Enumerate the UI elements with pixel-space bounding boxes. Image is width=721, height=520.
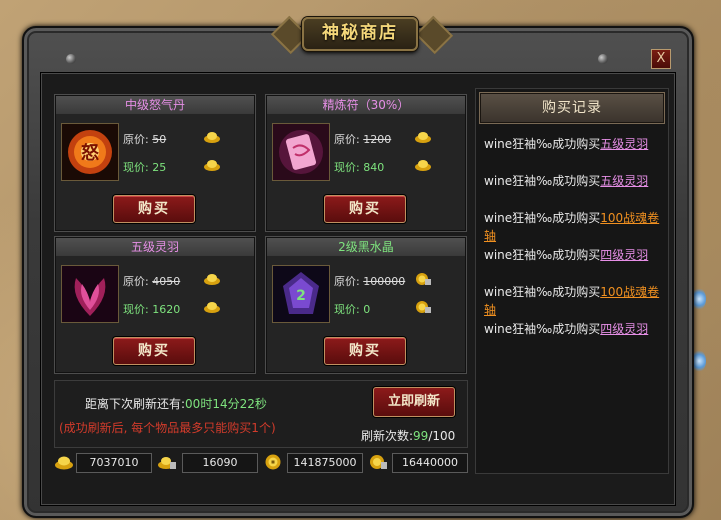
- log-item-link[interactable]: 五级灵羽: [600, 137, 648, 151]
- current-price-label: 现价:: [334, 303, 360, 316]
- original-price-label: 原价:: [123, 133, 149, 146]
- item-name: 精炼符（30%）: [267, 96, 465, 114]
- current-price-value: 1620: [152, 303, 181, 316]
- original-price-value: 50: [152, 133, 167, 146]
- current-price: 现价: 25: [123, 159, 166, 175]
- original-price-value: 100000: [363, 275, 406, 288]
- current-price-value: 840: [363, 161, 385, 174]
- current-price-label: 现价:: [334, 161, 360, 174]
- log-user: wine狂袖‰: [484, 285, 553, 299]
- log-user: wine狂袖‰: [484, 137, 553, 151]
- gold-ingot-icon: [203, 130, 221, 144]
- refresh-count: 刷新次数:99/100: [361, 427, 455, 444]
- glow-effect: [692, 350, 706, 372]
- original-price-label: 原价:: [334, 133, 360, 146]
- refresh-count-total: /100: [428, 429, 456, 443]
- log-entry: wine狂袖‰成功购买五级灵羽: [484, 135, 660, 153]
- log-action: 成功购买: [552, 322, 601, 336]
- buy-button[interactable]: 购买: [324, 195, 406, 223]
- log-entry: wine狂袖‰成功购买100战魂卷轴: [484, 283, 660, 319]
- balance-bound-coins: 16440000: [392, 453, 468, 473]
- locked-coin-icon: [368, 453, 388, 471]
- log-entry: wine狂袖‰成功购买100战魂卷轴: [484, 209, 660, 245]
- item-name: 2级黑水晶: [267, 238, 465, 256]
- log-action: 成功购买: [552, 137, 601, 151]
- refining-talisman-icon[interactable]: [272, 123, 330, 181]
- rage-pill-icon[interactable]: 怒: [61, 123, 119, 181]
- shop-item-card: 精炼符（30%） 原价: 1200 现价: 840 购买: [265, 94, 467, 232]
- shop-item-card: 2级黑水晶 2 原价: 100000 现价: 0 购买: [265, 236, 467, 374]
- original-price-value: 4050: [152, 275, 181, 288]
- balance-bound-gold: 16090: [182, 453, 258, 473]
- buy-button[interactable]: 购买: [113, 195, 195, 223]
- log-user: wine狂袖‰: [484, 322, 553, 336]
- black-crystal-icon[interactable]: 2: [272, 265, 330, 323]
- original-price: 原价: 100000: [334, 273, 405, 289]
- refresh-panel: 距离下次刷新还有:00时14分22秒 (成功刷新后, 每个物品最多只能购买1个)…: [54, 380, 468, 448]
- gold-ingot-icon: [414, 158, 432, 172]
- coin-icon: [263, 453, 283, 471]
- current-price: 现价: 1620: [123, 301, 180, 317]
- shop-item-card: 中级怒气丹 怒 原价: 50 现价: 25 购买: [54, 94, 256, 232]
- refresh-count-current: 99: [413, 429, 429, 443]
- log-entry: wine狂袖‰成功购买四级灵羽: [484, 320, 660, 338]
- purchase-log-panel: 购买记录 wine狂袖‰成功购买五级灵羽 wine狂袖‰成功购买五级灵羽 win…: [475, 88, 669, 474]
- locked-gold-ingot-icon: [157, 453, 177, 471]
- original-price: 原价: 1200: [334, 131, 391, 147]
- current-price-value: 25: [152, 161, 167, 174]
- svg-text:2: 2: [296, 288, 306, 304]
- log-entry: wine狂袖‰成功购买四级灵羽: [484, 246, 660, 264]
- log-item-link[interactable]: 四级灵羽: [600, 248, 648, 262]
- current-price: 现价: 0: [334, 301, 370, 317]
- gold-ingot-icon: [203, 272, 221, 286]
- original-price-value: 1200: [363, 133, 392, 146]
- log-user: wine狂袖‰: [484, 248, 553, 262]
- buy-button[interactable]: 购买: [324, 337, 406, 365]
- gold-ingot-icon: [203, 300, 221, 314]
- original-price: 原价: 4050: [123, 273, 180, 289]
- svg-text:怒: 怒: [81, 142, 99, 164]
- glow-effect: [692, 288, 706, 310]
- close-button[interactable]: X: [651, 49, 671, 69]
- locked-coin-icon: [414, 300, 432, 314]
- original-price: 原价: 50: [123, 131, 166, 147]
- original-price-label: 原价:: [334, 275, 360, 288]
- locked-coin-icon: [414, 272, 432, 286]
- window-title: 神秘商店: [302, 17, 418, 51]
- refresh-count-label: 刷新次数:: [361, 429, 414, 443]
- buy-button[interactable]: 购买: [113, 337, 195, 365]
- log-user: wine狂袖‰: [484, 211, 553, 225]
- refresh-now-button[interactable]: 立即刷新: [373, 387, 455, 417]
- log-item-link[interactable]: 四级灵羽: [600, 322, 648, 336]
- item-name: 中级怒气丹: [56, 96, 254, 114]
- shop-item-card: 五级灵羽 原价: 4050 现价: 1620 购买: [54, 236, 256, 374]
- rivet-decoration: [66, 54, 76, 64]
- current-price-value: 0: [363, 303, 371, 316]
- log-action: 成功购买: [552, 248, 601, 262]
- purchase-log-title: 购买记录: [479, 92, 665, 124]
- gold-ingot-icon: [414, 130, 432, 144]
- current-price-label: 现价:: [123, 161, 149, 174]
- spirit-feather-icon[interactable]: [61, 265, 119, 323]
- log-action: 成功购买: [552, 285, 601, 299]
- balance-coins: 141875000: [287, 453, 363, 473]
- log-item-link[interactable]: 五级灵羽: [600, 174, 648, 188]
- refresh-countdown: 距离下次刷新还有:00时14分22秒: [85, 395, 267, 412]
- log-action: 成功购买: [552, 174, 601, 188]
- gold-ingot-icon: [54, 453, 74, 471]
- refresh-countdown-label: 距离下次刷新还有:: [85, 397, 186, 411]
- current-price-label: 现价:: [123, 303, 149, 316]
- log-action: 成功购买: [552, 211, 601, 225]
- item-name: 五级灵羽: [56, 238, 254, 256]
- refresh-note: (成功刷新后, 每个物品最多只能购买1个): [59, 421, 276, 435]
- log-entry: wine狂袖‰成功购买五级灵羽: [484, 172, 660, 190]
- rivet-decoration: [598, 54, 608, 64]
- refresh-countdown-value: 00时14分22秒: [185, 397, 267, 411]
- log-user: wine狂袖‰: [484, 174, 553, 188]
- current-price: 现价: 840: [334, 159, 384, 175]
- balance-gold: 7037010: [76, 453, 152, 473]
- gold-ingot-icon: [203, 158, 221, 172]
- original-price-label: 原价:: [123, 275, 149, 288]
